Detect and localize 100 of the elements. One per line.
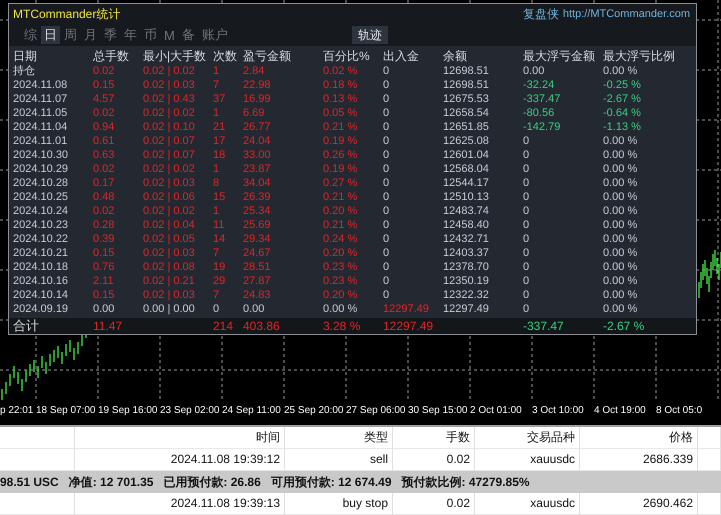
table-cell-text: 0.02 xyxy=(93,204,116,218)
table-cell-text: 0 xyxy=(383,92,390,106)
table-cell-text: 0.02 | 0.02 xyxy=(143,64,196,78)
account-value: 可用预付款: 12 674.49 xyxy=(270,474,392,490)
table-cell-text: 0.02 | 0.43 xyxy=(143,92,196,106)
table-cell-text: 0.39 xyxy=(93,232,116,246)
table-cell-text: -2.67 % xyxy=(603,92,642,106)
account-value: 98.51 USC xyxy=(0,475,59,489)
table-cell-text: 12297.49 xyxy=(383,318,434,334)
brand-label: 复盘侠 xyxy=(522,6,559,22)
website-link[interactable]: http://MTCommander.com xyxy=(562,8,690,20)
column-header: 时间 xyxy=(75,427,285,449)
table-cell-text: 0.15 xyxy=(93,288,116,302)
table-cell-text: 16.99 xyxy=(243,92,272,106)
table-cell-text: 0.48 xyxy=(93,190,116,204)
table-cell-text: -0.25 % xyxy=(603,78,642,92)
time-axis-label: 27 Sep 06:00 xyxy=(346,404,406,416)
table-cell-text: 0 xyxy=(383,204,390,218)
table-cell-text: 0 xyxy=(383,64,390,78)
table-cell-text: 0 xyxy=(383,162,390,176)
table-cell-text: 0.00 % xyxy=(603,232,638,246)
table-cell-text: 0.15 xyxy=(93,246,116,260)
time-axis-label: 19 Sep 16:00 xyxy=(98,404,158,416)
period-tab[interactable]: 账户 xyxy=(198,26,231,44)
column-header: 类型 xyxy=(285,427,393,449)
table-cell-text: 12432.71 xyxy=(443,232,490,246)
table-cell-text: 0.02 | 0.21 xyxy=(143,274,196,288)
period-tab[interactable]: M xyxy=(161,26,178,44)
table-cell-text: 26.39 xyxy=(243,190,272,204)
table-cell-text: 2024.09.19 xyxy=(13,302,70,316)
table-cell-text: 0.94 xyxy=(93,120,116,134)
table-cell-text: 2024.10.22 xyxy=(13,232,70,246)
table-cell-text: 2024.11.07 xyxy=(13,92,68,106)
table-cell-text: 0.02 | 0.03 xyxy=(143,78,196,92)
table-cell-text: 12350.19 xyxy=(443,274,490,288)
table-cell-text: 0.00 xyxy=(243,302,266,316)
table-cell-text: 33.00 xyxy=(243,148,272,162)
table-cell-text: 1 xyxy=(213,204,220,218)
table-cell-text: 0 xyxy=(523,288,530,302)
table-cell-text: 合计 xyxy=(13,318,40,334)
table-cell: 2024.11.08 19:39:13 xyxy=(75,493,285,515)
table-cell-text: 0.00 % xyxy=(603,64,638,78)
table-cell-text: -0.64 % xyxy=(603,106,642,120)
table-cell-text: 3.28 % xyxy=(323,318,362,334)
table-cell-text: 12403.37 xyxy=(443,246,490,260)
table-cell-text: 2.11 xyxy=(93,274,115,288)
table-cell-text: 0.02 xyxy=(93,162,116,176)
table-cell-text: 17 xyxy=(213,134,226,148)
table-cell-text: 0.15 xyxy=(93,78,116,92)
table-cell-text: 21 xyxy=(213,120,226,134)
period-tab[interactable]: 月 xyxy=(81,26,100,44)
table-cell-text: 12658.54 xyxy=(443,106,490,120)
period-tab[interactable]: 综 xyxy=(21,26,40,44)
period-tab[interactable]: 备 xyxy=(178,26,198,44)
column-header: 盈亏金额 xyxy=(243,48,292,64)
column-header: 手数 xyxy=(393,427,475,449)
period-tab[interactable]: 季 xyxy=(101,26,120,44)
table-cell-text: 2024.10.21 xyxy=(13,246,70,260)
time-axis-label: 30 Sep 15:00 xyxy=(408,404,468,416)
table-cell-text: 12297.49 xyxy=(383,302,430,316)
table-cell-text: 24.67 xyxy=(243,246,272,260)
period-tab[interactable]: 币 xyxy=(141,26,160,44)
time-axis-label: 2 Oct 01:00 xyxy=(470,404,523,416)
table-cell-text: 0.02 | 0.02 xyxy=(143,162,196,176)
column-header: 余额 xyxy=(443,48,468,64)
track-button[interactable]: 轨迹 xyxy=(352,26,388,44)
table-cell-text: -142.79 xyxy=(523,120,562,134)
time-axis-label: 4 Oct 19:00 xyxy=(594,404,647,416)
table-cell-text: 0 xyxy=(523,246,530,260)
column-header: 最大浮亏金额 xyxy=(523,48,596,64)
table-cell-text: 0 xyxy=(383,106,390,120)
time-axis-label: 25 Sep 20:00 xyxy=(284,404,344,416)
table-cell-text: 25.69 xyxy=(243,218,272,232)
table-cell-text: 12544.17 xyxy=(443,176,490,190)
column-header: 最小|大手数 xyxy=(143,48,208,64)
account-value: 已用预付款: 26.86 xyxy=(163,474,261,490)
table-cell-text: 0.28 xyxy=(93,218,116,232)
table-cell-text: 2024.11.01 xyxy=(13,134,68,148)
table-cell-text: 0.00 % xyxy=(603,260,638,274)
table-cell-text: 0.20 % xyxy=(323,204,358,218)
table-cell-text: 12698.51 xyxy=(443,78,490,92)
period-tab[interactable]: 日 xyxy=(41,26,60,44)
table-cell-text: 12297.49 xyxy=(443,302,490,316)
table-cell-text: 0 xyxy=(383,148,390,162)
table-cell-text: 0.02 | 0.08 xyxy=(143,260,196,274)
time-axis-label: 24 Sep 11:00 xyxy=(222,404,282,416)
period-tab[interactable]: 周 xyxy=(61,26,80,44)
table-cell-text: 0 xyxy=(523,204,530,218)
table-cell-text: 0.02 xyxy=(93,106,116,120)
table-cell-text: 28.51 xyxy=(243,260,272,274)
time-axis-label: 3 Oct 10:00 xyxy=(532,404,585,416)
table-cell-text: -32.24 xyxy=(523,78,556,92)
period-tab[interactable]: 年 xyxy=(121,26,140,44)
column-header: 价格 xyxy=(580,427,698,449)
table-cell-text: -2.67 % xyxy=(603,318,646,334)
table-cell-text: 2024.10.24 xyxy=(13,204,70,218)
window-title: MTCommander统计 xyxy=(13,6,120,22)
table-cell-text: 0.00 % xyxy=(603,288,638,302)
table-cell-text: 12483.74 xyxy=(443,204,490,218)
table-cell-text: 0.21 % xyxy=(323,120,358,134)
